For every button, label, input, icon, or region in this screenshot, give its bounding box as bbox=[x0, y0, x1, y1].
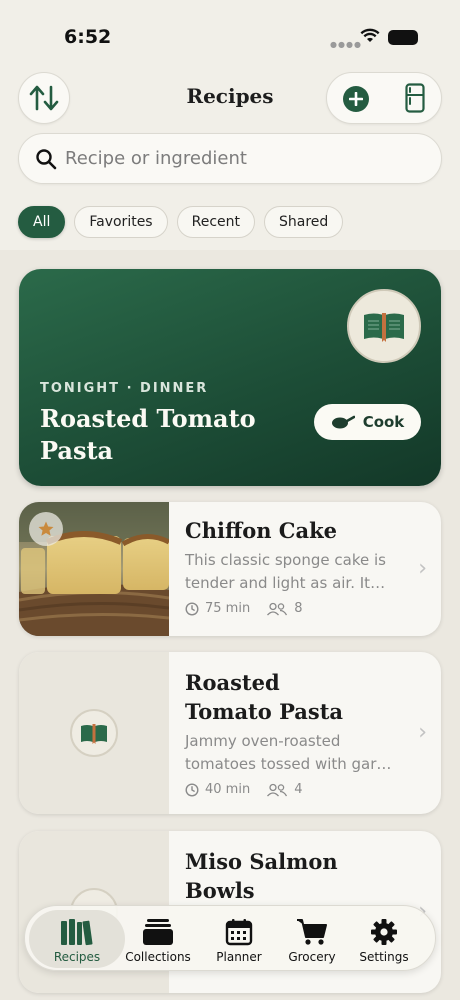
tab-planner[interactable]: Planner bbox=[200, 906, 278, 972]
battery-icon bbox=[388, 30, 418, 45]
filter-recent[interactable]: Recent bbox=[176, 206, 255, 238]
recipe-card-body: Roasted Tomato Pasta Jammy oven-roasted … bbox=[185, 668, 415, 797]
fridge-icon[interactable] bbox=[405, 83, 425, 113]
tab-label: Recipes bbox=[53, 950, 101, 964]
recipe-meta: 75 min 8 bbox=[185, 601, 415, 616]
wifi-icon bbox=[360, 28, 380, 42]
filter-shared[interactable]: Shared bbox=[264, 206, 344, 238]
tab-collections[interactable]: Collections bbox=[119, 906, 197, 972]
favorite-badge[interactable] bbox=[29, 512, 63, 546]
tab-recipes[interactable]: Recipes bbox=[38, 906, 116, 972]
cook-button[interactable]: Cook bbox=[314, 404, 421, 440]
tab-label: Collections bbox=[125, 950, 191, 964]
cook-label: Cook bbox=[362, 413, 405, 431]
tab-label: Grocery bbox=[288, 950, 336, 964]
people-icon bbox=[267, 783, 288, 796]
calendar-icon bbox=[225, 919, 253, 946]
recipe-description: This classic sponge cake is tender and l… bbox=[185, 551, 386, 592]
header-actions bbox=[326, 72, 442, 124]
recipe-time: 75 min bbox=[205, 601, 251, 616]
cart-icon bbox=[297, 919, 327, 945]
signal-icon: ●●●● bbox=[330, 40, 362, 49]
recipe-card-body: Chiffon Cake This classic sponge cake is… bbox=[185, 516, 415, 616]
tab-grocery[interactable]: Grocery bbox=[273, 906, 351, 972]
add-icon bbox=[349, 92, 363, 106]
filter-favorites[interactable]: Favorites bbox=[74, 206, 168, 238]
pan-icon bbox=[331, 415, 355, 429]
recipe-title: Roasted Tomato Pasta bbox=[185, 670, 344, 724]
featured-eyebrow: TONIGHT · DINNER bbox=[40, 381, 209, 396]
tab-settings[interactable]: Settings bbox=[345, 906, 423, 972]
books-icon bbox=[61, 919, 93, 946]
recipe-placeholder bbox=[19, 652, 169, 814]
collections-icon bbox=[143, 919, 173, 945]
app-header: Recipes bbox=[0, 72, 460, 124]
chevron-right-icon: › bbox=[418, 556, 427, 581]
star-icon bbox=[38, 521, 54, 536]
recipe-card-body: Miso Salmon Bowls bbox=[185, 847, 415, 905]
gear-icon bbox=[371, 919, 397, 945]
tab-label: Planner bbox=[216, 950, 262, 964]
people-icon bbox=[267, 602, 288, 615]
recipe-description: Jammy oven-roasted tomatoes tossed with … bbox=[185, 732, 392, 773]
search-bar[interactable] bbox=[18, 133, 442, 184]
status-time: 6:52 bbox=[64, 26, 112, 48]
recipe-meta: 40 min 4 bbox=[185, 782, 415, 797]
filter-chips: All Favorites Recent Shared bbox=[18, 206, 344, 238]
recipe-servings: 4 bbox=[294, 782, 303, 797]
add-recipe-button[interactable] bbox=[343, 86, 369, 112]
status-bar: 6:52 ●●●● bbox=[0, 0, 460, 64]
recipe-photo bbox=[19, 502, 171, 636]
recipe-card[interactable]: Chiffon Cake This classic sponge cake is… bbox=[19, 502, 441, 636]
clock-icon bbox=[185, 782, 199, 797]
book-icon bbox=[347, 289, 421, 363]
recipe-time: 40 min bbox=[205, 782, 251, 797]
clock-icon bbox=[185, 601, 199, 616]
search-icon bbox=[36, 149, 57, 170]
tab-bar: Recipes Collections Planner Grocery Sett… bbox=[24, 905, 436, 971]
book-icon bbox=[70, 709, 118, 757]
featured-recipe-card[interactable]: TONIGHT · DINNER Roasted Tomato Pasta Co… bbox=[19, 269, 441, 486]
recipe-title: Chiffon Cake bbox=[185, 518, 338, 543]
chevron-right-icon: › bbox=[418, 720, 427, 745]
recipe-title: Miso Salmon Bowls bbox=[185, 849, 338, 903]
tab-label: Settings bbox=[359, 950, 409, 964]
featured-title: Roasted Tomato Pasta bbox=[40, 404, 256, 465]
recipe-servings: 8 bbox=[294, 601, 303, 616]
filter-all[interactable]: All bbox=[18, 206, 66, 238]
recipe-card[interactable]: Roasted Tomato Pasta Jammy oven-roasted … bbox=[19, 652, 441, 814]
search-input[interactable] bbox=[65, 134, 425, 183]
